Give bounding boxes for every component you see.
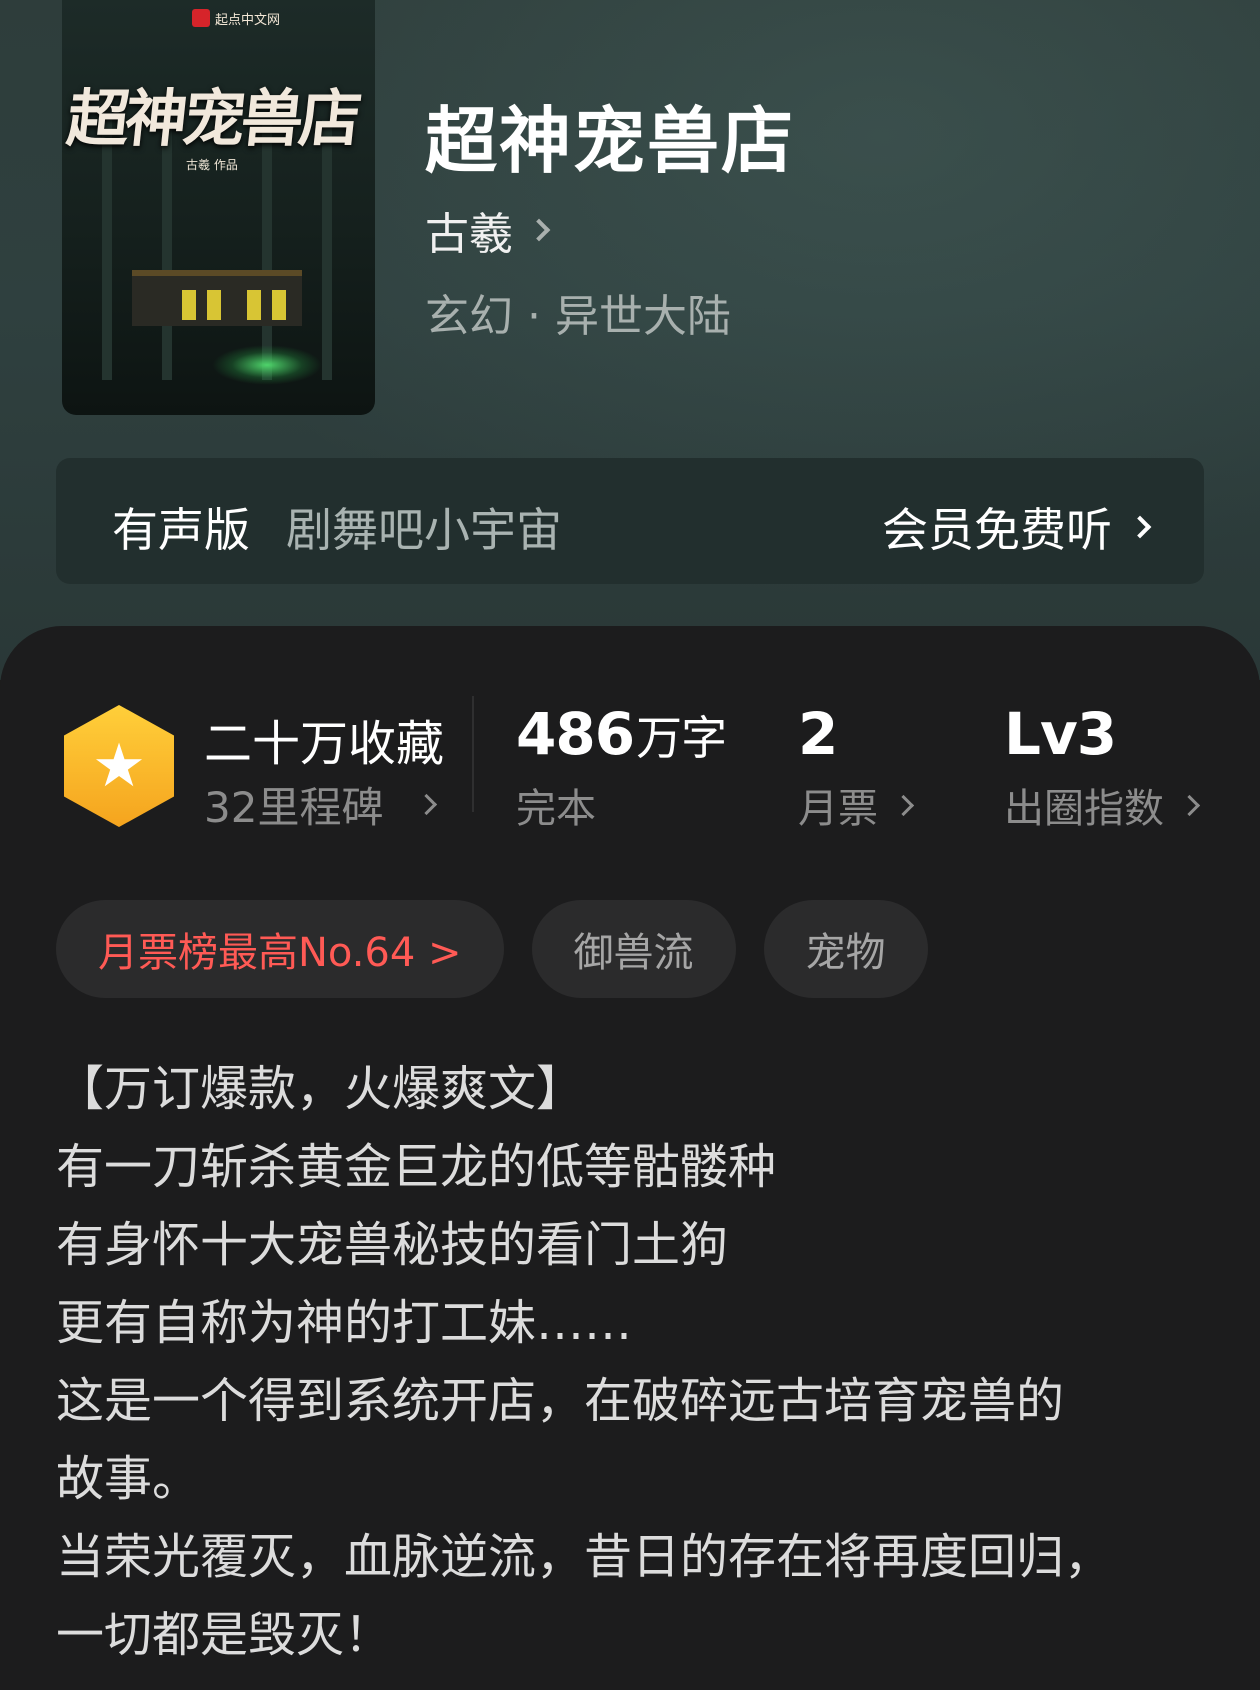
description-line: 一切都是毁灭！ — [56, 1607, 393, 1663]
book-description[interactable]: 【万订爆款，火爆爽文】 有一刀斩杀黄金巨龙的低等骷髅种 有身怀十大宠兽秘技的看门… — [56, 1050, 1216, 1674]
description-line: 这是一个得到系统开店，在破碎远古培育宠兽的 — [56, 1373, 1065, 1429]
description-line: 【万订爆款，火爆爽文】 — [56, 1061, 585, 1117]
book-cover[interactable]: 起点中文网 超神宠兽店 古羲 作品 — [62, 0, 375, 415]
cover-banner — [207, 290, 221, 320]
description-line: 有一刀斩杀黄金巨龙的低等骷髅种 — [56, 1139, 777, 1195]
audio-edition-bar[interactable]: 有声版 剧舞吧小宇宙 会员免费听 — [56, 458, 1204, 584]
chevron-right-icon — [1128, 515, 1152, 539]
cover-author: 古羲 作品 — [186, 158, 238, 172]
chevron-right-icon — [527, 218, 551, 242]
cover-pillar — [262, 120, 272, 380]
tag-list: 月票榜最高No.64 > 御兽流 宠物 — [56, 900, 928, 998]
author-link[interactable]: 古羲 — [425, 198, 551, 262]
description-line: 更有自称为神的打工妹…… — [56, 1295, 633, 1351]
word-count-number: 486 — [516, 700, 635, 768]
audio-edition-label: 有声版 — [112, 503, 250, 557]
free-listen-label: 会员免费听 — [882, 503, 1112, 557]
cover-pillar — [102, 120, 112, 380]
ranking-chip[interactable]: 月票榜最高No.64 > — [56, 900, 504, 998]
star-icon[interactable]: ★ — [64, 705, 174, 827]
cover-title: 超神宠兽店 — [63, 82, 362, 155]
cover-pillar — [322, 120, 332, 380]
word-count-unit: 万字 — [636, 711, 727, 765]
audio-narrator: 剧舞吧小宇宙 — [286, 503, 562, 557]
cover-publisher-logo: 起点中文网 — [186, 8, 286, 28]
cover-glow — [212, 345, 322, 385]
tag-chip[interactable]: 御兽流 — [531, 900, 736, 998]
monthly-tickets-stat[interactable]: 2 月票 — [798, 700, 915, 834]
description-line: 当荣光覆灭，血脉逆流，昔日的存在将再度回归， — [56, 1529, 1113, 1585]
author-name: 古羲 — [425, 209, 513, 260]
popularity-index-label: 出圈指数 — [1004, 786, 1164, 832]
collect-title[interactable]: 二十万收藏 — [204, 704, 444, 774]
milestone-label: 32里程碑 — [204, 783, 384, 832]
book-genre: 玄幻 · 异世大陆 — [425, 291, 731, 342]
book-status: 完本 — [516, 786, 596, 832]
chevron-right-icon — [892, 794, 915, 816]
cover-pillar — [162, 120, 172, 380]
chevron-right-icon — [416, 793, 438, 816]
free-listen-button[interactable]: 会员免费听 — [882, 494, 1152, 560]
publisher-logo-icon — [192, 9, 210, 27]
monthly-tickets-number: 2 — [798, 700, 838, 768]
popularity-index-stat[interactable]: Lv3 出圈指数 — [1004, 700, 1201, 834]
tag-chip[interactable]: 宠物 — [763, 900, 928, 998]
word-count-stat: 486万字 完本 — [516, 700, 727, 834]
cover-banner — [247, 290, 261, 320]
stats-divider — [472, 696, 474, 812]
cover-publisher-text: 起点中文网 — [215, 12, 281, 28]
description-line: 有身怀十大宠兽秘技的看门土狗 — [56, 1217, 729, 1273]
book-detail-sheet: ★ 二十万收藏 32里程碑 486万字 完本 2 月票 Lv3 出圈指数 月票榜… — [0, 626, 1260, 1690]
description-line: 故事。 — [56, 1451, 201, 1507]
cover-banner — [182, 290, 196, 320]
book-title: 超神宠兽店 — [425, 99, 796, 183]
cover-banner — [272, 290, 286, 320]
milestone-link[interactable]: 32里程碑 — [204, 774, 438, 835]
popularity-level: Lv3 — [1004, 700, 1117, 768]
chevron-right-icon — [1178, 794, 1201, 816]
monthly-tickets-label: 月票 — [798, 786, 878, 832]
